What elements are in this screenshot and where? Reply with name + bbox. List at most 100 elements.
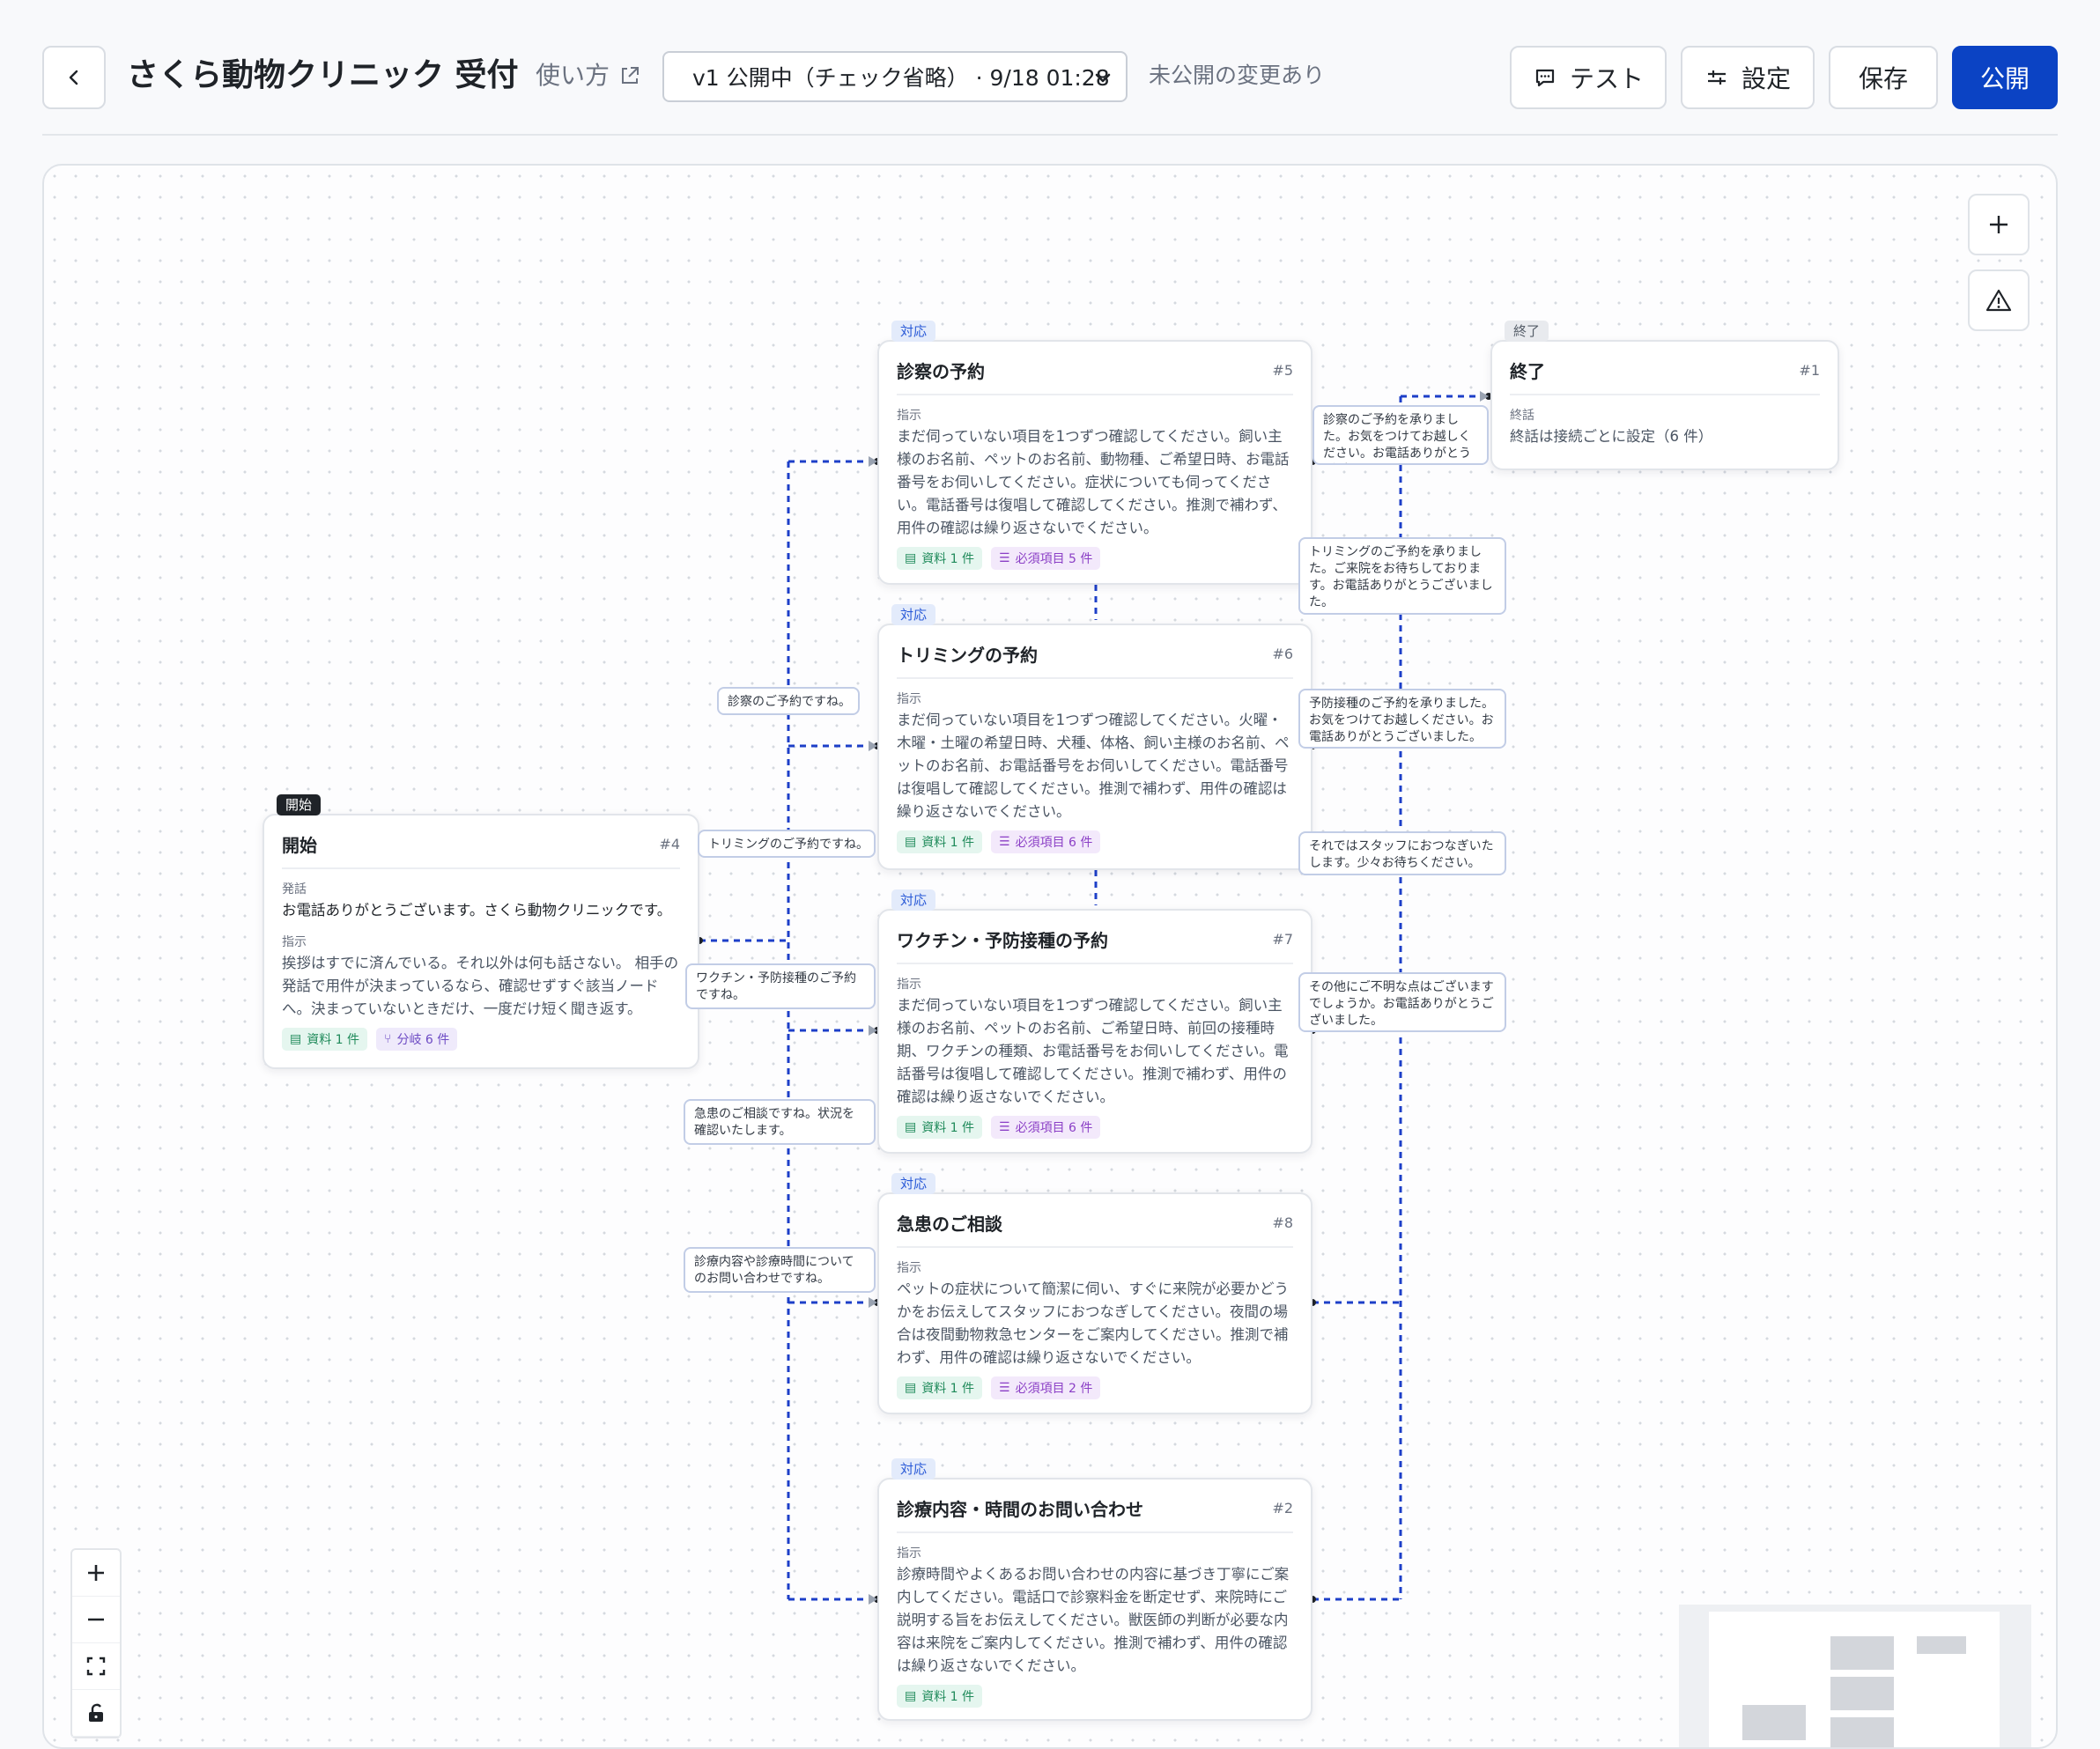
fit-view-button[interactable] — [72, 1643, 120, 1690]
section-label: 指示 — [897, 692, 921, 706]
top-bar: さくら動物クリニック 受付 使い方 v1 公開中（チェック省略） · 9/18 … — [0, 0, 2100, 134]
node-exam-booking[interactable]: 対応 診察の予約 #5 指示 まだ伺っていない項目を1つずつ確認してください。飼… — [877, 321, 1312, 585]
zoom-controls — [70, 1548, 122, 1738]
branch-chip: ⑂ 分岐 6 件 — [376, 1028, 458, 1051]
node-number: #4 — [659, 836, 680, 852]
page-title: さくら動物クリニック 受付 — [127, 57, 519, 93]
plus-icon — [1990, 216, 2008, 233]
instruction-text: 挨拶はすでに済んでいる。それ以外は何も話さない。 相手の発話で用件が決まっている… — [282, 955, 679, 1017]
checklist-icon: ☰ — [999, 551, 1010, 565]
version-select[interactable]: v1 公開中（チェック省略） · 9/18 01:28 — [662, 51, 1128, 102]
node-title: 診療内容・時間のお問い合わせ — [897, 1499, 1143, 1520]
edge-label[interactable]: 診察のご予約ですね。 — [717, 687, 860, 715]
minimap[interactable] — [1679, 1605, 2031, 1747]
chip-label: 必須項目 6 件 — [1015, 1121, 1093, 1135]
chevron-down-icon — [1095, 73, 1111, 83]
docs-chip: ▤ 資料 1 件 — [897, 1685, 983, 1708]
document-icon: ▤ — [905, 1689, 917, 1703]
chip-label: 資料 1 件 — [921, 552, 975, 566]
chip-label: 資料 1 件 — [921, 1382, 975, 1396]
edge-label[interactable]: 診察のご予約を承りました。お気をつけてお越しください。お電話ありがとうございまし… — [1312, 405, 1489, 465]
node-title: トリミングの予約 — [897, 645, 1038, 666]
document-icon: ▤ — [905, 835, 917, 849]
docs-chip: ▤ 資料 1 件 — [897, 830, 983, 853]
edge-label[interactable]: トリミングのご予約を承りました。ご来院をお待ちしております。お電話ありがとうござ… — [1298, 537, 1506, 615]
plus-icon — [88, 1565, 104, 1581]
section-label: 指示 — [897, 1546, 921, 1561]
node-title: ワクチン・予防接種の予約 — [897, 930, 1108, 951]
header-divider — [42, 134, 2058, 136]
node-type-badge: 対応 — [891, 604, 936, 625]
zoom-in-button[interactable] — [72, 1550, 120, 1597]
checklist-icon: ☰ — [999, 835, 1010, 849]
node-end[interactable]: 終了 終了 #1 終話 終話は接続ごとに設定（6 件） — [1490, 321, 1839, 470]
flow-canvas[interactable]: 開始 開始 #4 発話 お電話ありがとうございます。さくら動物クリニックです。 … — [42, 164, 2058, 1749]
node-title: 開始 — [282, 835, 317, 856]
version-select-value: v1 公開中（チェック省略） · 9/18 01:28 — [692, 65, 1110, 91]
chat-icon — [1535, 69, 1555, 87]
docs-chip: ▤ 資料 1 件 — [897, 547, 983, 570]
document-icon: ▤ — [905, 1381, 917, 1395]
node-trimming-booking[interactable]: 対応 トリミングの予約 #6 指示 まだ伺っていない項目を1つずつ確認してくださ… — [877, 604, 1312, 870]
docs-chip: ▤ 資料 1 件 — [282, 1028, 368, 1051]
document-icon: ▤ — [290, 1032, 302, 1046]
warning-icon — [1985, 289, 2012, 312]
chip-label: 必須項目 2 件 — [1015, 1382, 1093, 1396]
edge-label[interactable]: 急患のご相談ですね。状況を確認いたします。 — [684, 1099, 876, 1145]
instruction-text: 診療時間やよくあるお問い合わせの内容に基づき丁寧にご案内してください。電話口で診… — [897, 1566, 1290, 1674]
chip-label: 必須項目 6 件 — [1015, 836, 1093, 850]
node-number: #6 — [1272, 646, 1293, 662]
instruction-text: ペットの症状について簡潔に伺い、すぐに来院が必要かどうかをお伝えしてスタッフにお… — [897, 1280, 1290, 1366]
document-icon: ▤ — [905, 1120, 917, 1134]
instruction-text: まだ伺っていない項目を1つずつ確認してください。火曜・木曜・土曜の希望日時、犬種… — [897, 712, 1290, 820]
checklist-icon: ☰ — [999, 1120, 1010, 1134]
back-button[interactable] — [42, 46, 106, 109]
publish-button[interactable]: 公開 — [1952, 46, 2058, 109]
howto-link[interactable]: 使い方 — [536, 51, 641, 100]
section-label: 指示 — [897, 978, 921, 992]
edge-label[interactable]: 予防接種のご予約を承りました。お気をつけてお越しください。お電話ありがとうござい… — [1298, 689, 1506, 749]
save-button[interactable]: 保存 — [1829, 46, 1938, 109]
node-number: #2 — [1272, 1500, 1293, 1517]
test-label: テスト — [1569, 64, 1644, 93]
section-label: 指示 — [897, 409, 921, 423]
node-vaccine-booking[interactable]: 対応 ワクチン・予防接種の予約 #7 指示 まだ伺っていない項目を1つずつ確認し… — [877, 889, 1312, 1154]
test-button[interactable]: テスト — [1510, 46, 1667, 109]
edge-label[interactable]: トリミングのご予約ですね。 — [698, 830, 876, 858]
unpublished-note: 未公開の変更あり — [1149, 63, 1326, 88]
node-title: 診察の予約 — [897, 361, 985, 382]
node-type-badge: 対応 — [891, 1173, 936, 1194]
node-inquiry[interactable]: 対応 診療内容・時間のお問い合わせ #2 指示 診療時間やよくあるお問い合わせの… — [877, 1458, 1312, 1721]
external-link-icon — [622, 67, 640, 84]
checklist-icon: ☰ — [999, 1381, 1010, 1395]
edge-label[interactable]: その他にご不明な点はございますでしょうか。お電話ありがとうございました。 — [1298, 972, 1506, 1032]
edge-label[interactable]: 診療内容や診療時間についてのお問い合わせですね。 — [684, 1247, 876, 1293]
required-items-chip: ☰ 必須項目 5 件 — [991, 547, 1101, 570]
edge-label[interactable]: それではスタッフにおつなぎいたします。少々お待ちください。 — [1298, 831, 1506, 875]
node-type-badge: 開始 — [277, 794, 322, 815]
section-label: 指示 — [897, 1261, 921, 1275]
chip-label: 資料 1 件 — [921, 1121, 975, 1135]
node-number: #7 — [1272, 931, 1293, 948]
node-emergency[interactable]: 対応 急患のご相談 #8 指示 ペットの症状について簡潔に伺い、すぐに来院が必要… — [877, 1173, 1312, 1414]
minus-icon — [88, 1618, 104, 1621]
settings-button[interactable]: 設定 — [1681, 46, 1815, 109]
add-node-button[interactable] — [1968, 194, 2030, 255]
document-icon: ▤ — [905, 551, 917, 565]
fit-view-icon — [86, 1657, 106, 1676]
unlock-icon — [89, 1703, 103, 1722]
warnings-button[interactable] — [1968, 269, 2030, 331]
sliders-icon — [1707, 70, 1726, 85]
instruction-text: まだ伺っていない項目を1つずつ確認してください。飼い主様のお名前、ペットのお名前… — [897, 428, 1290, 536]
section-label: 発話 — [282, 882, 307, 897]
chip-label: 資料 1 件 — [921, 836, 975, 850]
node-start[interactable]: 開始 開始 #4 発話 お電話ありがとうございます。さくら動物クリニックです。 … — [262, 794, 699, 1069]
lock-button[interactable] — [72, 1690, 120, 1737]
chip-label: 資料 1 件 — [921, 1690, 975, 1704]
zoom-out-button[interactable] — [72, 1597, 120, 1643]
required-items-chip: ☰ 必須項目 6 件 — [991, 830, 1101, 853]
edge-label[interactable]: ワクチン・予防接種のご予約ですね。 — [685, 963, 876, 1009]
end-text: 終話は接続ごとに設定（6 件） — [1510, 428, 1713, 445]
speech-text: お電話ありがとうございます。さくら動物クリニックです。 — [282, 902, 672, 919]
docs-chip: ▤ 資料 1 件 — [897, 1116, 983, 1139]
